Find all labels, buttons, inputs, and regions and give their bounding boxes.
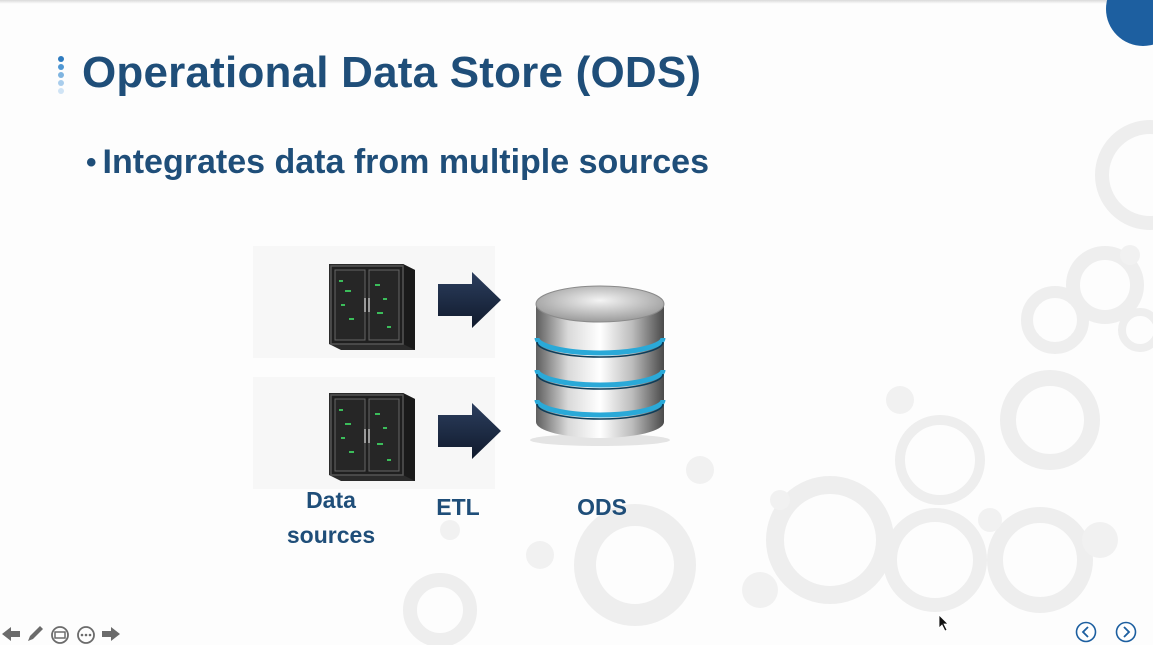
- arrow-left-icon[interactable]: [0, 624, 22, 644]
- previous-slide-icon[interactable]: [1075, 621, 1097, 643]
- data-sources-label: Data sources: [276, 483, 386, 553]
- data-sources-label-line1: Data: [306, 487, 356, 513]
- bullet-text: Integrates data from multiple sources: [102, 143, 710, 181]
- slides-icon[interactable]: [48, 624, 72, 644]
- title-accent-dots: [58, 56, 66, 96]
- mouse-cursor-icon: [938, 614, 949, 632]
- slide: Operational Data Store (ODS) • Integrate…: [0, 0, 1153, 645]
- arrow-right-icon: [438, 403, 501, 459]
- arrow-right-icon[interactable]: [100, 624, 122, 644]
- presenter-toolbar: [0, 624, 122, 644]
- bullet-item: • Integrates data from multiple sources: [86, 143, 709, 182]
- more-icon[interactable]: [74, 624, 98, 644]
- slide-title: Operational Data Store (ODS): [82, 48, 702, 97]
- arrow-right-icon: [438, 272, 501, 328]
- pen-icon[interactable]: [24, 624, 46, 644]
- data-sources-label-line2: sources: [286, 522, 376, 548]
- next-slide-icon[interactable]: [1115, 621, 1137, 643]
- slide-navigation: [1075, 621, 1137, 643]
- etl-label: ETL: [436, 494, 480, 520]
- bullet-marker: •: [86, 145, 97, 179]
- ods-label: ODS: [577, 494, 627, 520]
- database-icon: [530, 285, 670, 446]
